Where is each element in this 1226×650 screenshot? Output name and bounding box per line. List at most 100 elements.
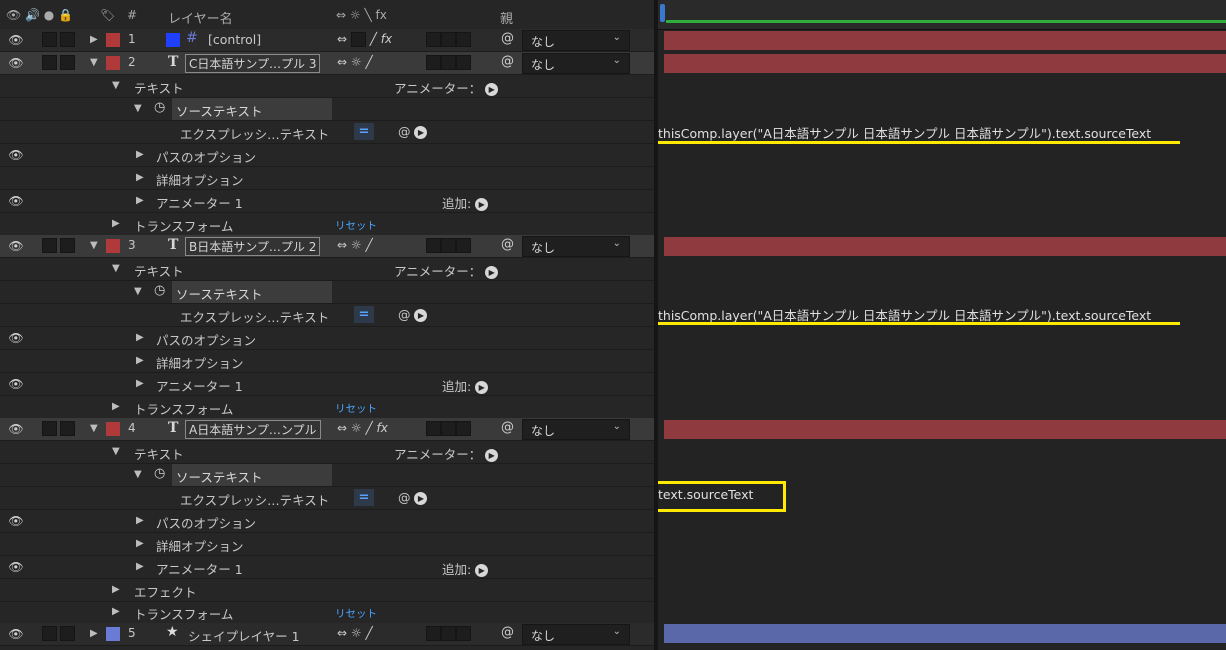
label-color[interactable] xyxy=(106,422,120,436)
layer-row-1[interactable]: 👁 ▶ 1 # [control] ⇔ ╱ fx @ なし ⌄ xyxy=(0,29,654,52)
label-color[interactable] xyxy=(106,239,120,253)
expand-icon[interactable]: ▶ xyxy=(136,330,144,346)
prop-animator-1[interactable]: 👁 ▶ アニメーター 1 追加: ▶ xyxy=(0,556,654,579)
collapse-icon[interactable]: ▼ xyxy=(112,444,120,460)
stopwatch-icon[interactable]: ◷ xyxy=(154,283,165,298)
prop-source-text[interactable]: ▼ ◷ ソーステキスト xyxy=(0,98,654,121)
collapse-icon[interactable]: ▼ xyxy=(134,101,142,117)
expand-icon[interactable]: ▶ xyxy=(112,604,120,620)
animator-menu[interactable]: アニメーター： ▶ xyxy=(394,78,499,97)
layer-bar-5[interactable] xyxy=(664,624,1226,643)
pickwhip-icon[interactable]: @ xyxy=(501,54,514,69)
source-text-label[interactable]: ソーステキスト xyxy=(172,464,332,486)
layer-row-4[interactable]: 👁 ▼ 4 T A日本語サンプ…ンプル ⇔ ☼ ╱ fx @ なし ⌄ xyxy=(0,418,654,441)
time-ruler[interactable] xyxy=(658,0,1226,30)
prop-path-options[interactable]: 👁 ▶ パスのオプション xyxy=(0,510,654,533)
source-text-label[interactable]: ソーステキスト xyxy=(172,98,332,120)
solo-switch[interactable] xyxy=(42,238,57,253)
prop-animator-1[interactable]: 👁 ▶ アニメーター 1 追加: ▶ xyxy=(0,190,654,213)
layer-name[interactable]: シェイプレイヤー 1 xyxy=(188,626,300,645)
play-icon[interactable]: ▶ xyxy=(475,564,489,577)
prop-path-options[interactable]: 👁 ▶ パスのオプション xyxy=(0,327,654,350)
extra-switches[interactable] xyxy=(426,55,471,71)
source-text-label[interactable]: ソーステキスト xyxy=(172,281,332,303)
collapse-icon[interactable]: ▼ xyxy=(90,238,98,254)
expand-icon[interactable]: ▶ xyxy=(112,216,120,232)
layer-name[interactable]: B日本語サンプ…プル 2 xyxy=(185,237,321,256)
prop-expression[interactable]: エクスプレッシ…テキスト = @ ▶ xyxy=(0,487,654,510)
collapse-icon[interactable]: ▼ xyxy=(134,467,142,483)
prop-effect[interactable]: ▶ エフェクト xyxy=(0,579,654,602)
collapse-icon[interactable]: ▼ xyxy=(112,261,120,277)
eye-icon[interactable]: 👁 xyxy=(6,330,26,346)
prop-text[interactable]: ▼ テキスト アニメーター： ▶ xyxy=(0,441,654,464)
prop-text[interactable]: ▼ テキスト アニメーター： ▶ xyxy=(0,75,654,98)
layer-bar-3[interactable] xyxy=(664,237,1226,256)
collapse-icon[interactable]: ▼ xyxy=(112,78,120,94)
extra-switches[interactable] xyxy=(426,626,471,642)
label-color[interactable] xyxy=(106,627,120,641)
expand-icon[interactable]: ▶ xyxy=(136,193,144,209)
lock-switch[interactable] xyxy=(60,55,75,70)
prop-source-text[interactable]: ▼ ◷ ソーステキスト xyxy=(0,281,654,304)
eye-icon[interactable]: 👁 xyxy=(6,147,26,163)
layer-name[interactable]: [control] xyxy=(208,32,261,47)
prop-source-text[interactable]: ▼ ◷ ソーステキスト xyxy=(0,464,654,487)
expression-enable-button[interactable]: = xyxy=(354,489,374,506)
stopwatch-icon[interactable]: ◷ xyxy=(154,100,165,115)
collapse-icon[interactable]: ▼ xyxy=(90,55,98,71)
expression-text-layer2[interactable]: thisComp.layer("A日本語サンプル 日本語サンプル 日本語サンプル… xyxy=(658,123,1151,142)
layer-bar-2[interactable] xyxy=(664,54,1226,73)
solo-switch[interactable] xyxy=(42,55,57,70)
parent-dropdown[interactable]: なし ⌄ xyxy=(522,236,630,257)
eye-icon[interactable]: 👁 xyxy=(6,238,26,254)
layer-switches[interactable]: ⇔ ☼ ╱ xyxy=(337,238,373,254)
layer-switches[interactable]: ⇔ ╱ fx xyxy=(337,32,392,48)
prop-more-options[interactable]: ▶ 詳細オプション xyxy=(0,350,654,373)
eye-icon[interactable]: 👁 xyxy=(6,559,26,575)
eye-icon[interactable]: 👁 xyxy=(6,421,26,437)
layer-name[interactable]: A日本語サンプ…ンプル xyxy=(185,420,321,439)
animator-menu[interactable]: アニメーター： ▶ xyxy=(394,444,499,463)
collapse-icon[interactable]: ▼ xyxy=(90,421,98,437)
expand-icon[interactable]: ▶ xyxy=(136,170,144,186)
layer-row-2[interactable]: 👁 ▼ 2 T C日本語サンプ…プル 3 ⇔ ☼ ╱ @ なし ⌄ xyxy=(0,52,654,75)
eye-icon[interactable]: 👁 xyxy=(6,55,26,71)
pickwhip-icon[interactable]: @ xyxy=(501,31,514,46)
eye-icon[interactable]: 👁 xyxy=(6,376,26,392)
layer-switches[interactable]: ⇔ ☼ ╱ xyxy=(337,55,373,71)
prop-transform[interactable]: ▶ トランスフォーム リセット xyxy=(0,601,654,624)
expression-enable-button[interactable]: = xyxy=(354,123,374,140)
expand-icon[interactable]: ▶ xyxy=(136,513,144,529)
layer-row-5[interactable]: 👁 ▶ 5 ★ シェイプレイヤー 1 ⇔ ☼ ╱ @ なし ⌄ xyxy=(0,623,654,646)
layer-bar-4[interactable] xyxy=(664,420,1226,439)
pickwhip-icon[interactable]: @ xyxy=(501,625,514,640)
prop-expression[interactable]: エクスプレッシ…テキスト = @ ▶ xyxy=(0,304,654,327)
expand-icon[interactable]: ▶ xyxy=(136,536,144,552)
extra-switches[interactable] xyxy=(426,238,471,254)
layer-name-col[interactable]: レイヤー名 xyxy=(168,8,233,27)
expand-icon[interactable]: ▶ xyxy=(136,353,144,369)
solo-switch[interactable] xyxy=(42,421,57,436)
layer-row-3[interactable]: 👁 ▼ 3 T B日本語サンプ…プル 2 ⇔ ☼ ╱ @ なし ⌄ xyxy=(0,235,654,258)
expand-icon[interactable]: ▶ xyxy=(136,376,144,392)
reset-link[interactable]: リセット xyxy=(335,606,377,621)
prop-more-options[interactable]: ▶ 詳細オプション xyxy=(0,533,654,556)
solo-switch[interactable] xyxy=(42,32,57,47)
play-icon[interactable]: ▶ xyxy=(485,83,499,96)
pickwhip-icon[interactable]: @ xyxy=(501,237,514,252)
stopwatch-icon[interactable]: ◷ xyxy=(154,466,165,481)
label-color[interactable] xyxy=(106,33,120,47)
parent-dropdown[interactable]: なし ⌄ xyxy=(522,419,630,440)
collapse-icon[interactable]: ▼ xyxy=(134,284,142,300)
expand-icon[interactable]: ▶ xyxy=(136,147,144,163)
work-area-bar[interactable] xyxy=(666,20,1226,23)
add-menu[interactable]: 追加: ▶ xyxy=(442,559,489,578)
layer-name[interactable]: C日本語サンプ…プル 3 xyxy=(185,54,321,73)
parent-dropdown[interactable]: なし ⌄ xyxy=(522,30,630,51)
solo-switch[interactable] xyxy=(42,626,57,641)
reset-link[interactable]: リセット xyxy=(335,401,377,416)
extra-switches[interactable] xyxy=(426,421,471,437)
add-menu[interactable]: 追加: ▶ xyxy=(442,376,489,395)
prop-transform[interactable]: ▶ トランスフォーム リセット xyxy=(0,396,654,419)
